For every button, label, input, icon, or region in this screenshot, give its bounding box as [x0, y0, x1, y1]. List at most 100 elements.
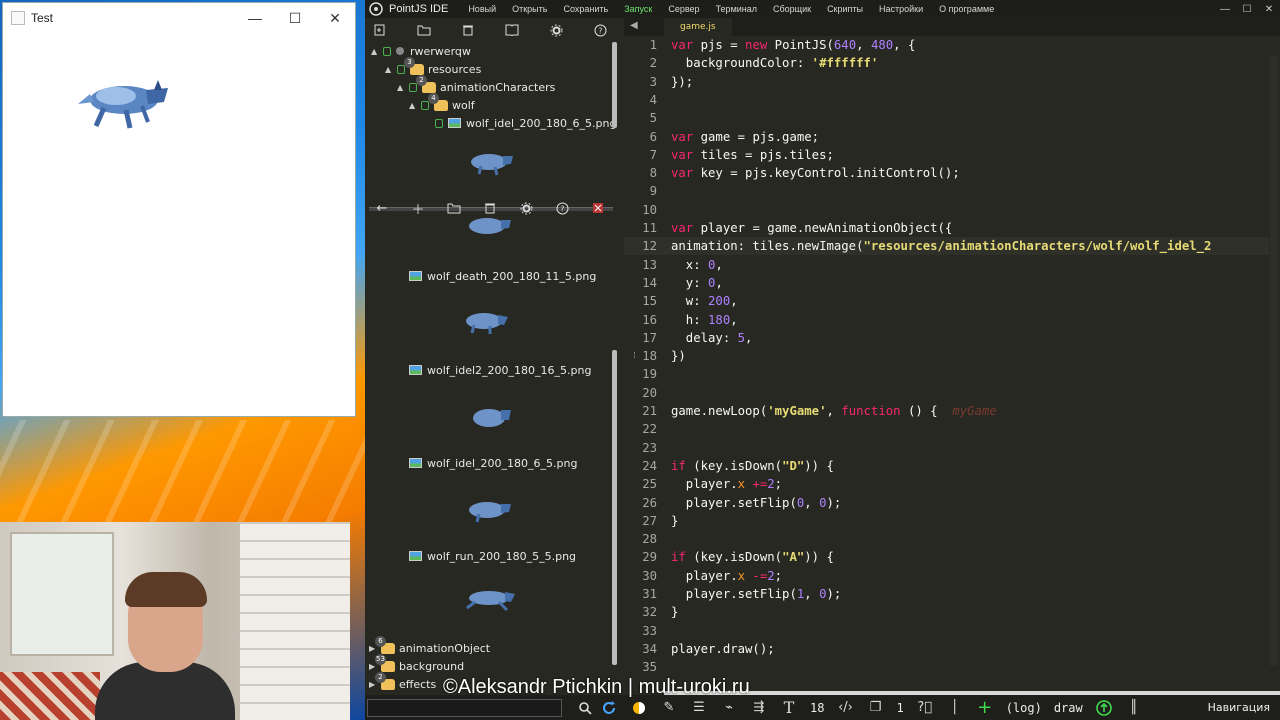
- code-token: (key.isDown(: [693, 458, 783, 473]
- collapse-arrow-icon[interactable]: ▲: [397, 83, 409, 92]
- code-token: ;: [774, 477, 783, 492]
- draw-button[interactable]: draw: [1048, 701, 1089, 715]
- code-token: (key.isDown(: [693, 550, 783, 565]
- wolf-thumbnail: [466, 591, 515, 612]
- close-button[interactable]: ✕: [315, 3, 355, 33]
- line-number: 32: [642, 605, 657, 620]
- back-arrow-icon[interactable]: ←: [367, 196, 397, 220]
- test-game-window[interactable]: Test — ☐ ✕: [2, 2, 356, 417]
- file-item-wolf-idel2[interactable]: wolf_idel2_200_180_16_5.png: [409, 362, 591, 378]
- text-size-icon[interactable]: T: [774, 696, 804, 720]
- code-token: x: [737, 477, 746, 492]
- new-file-icon[interactable]: [365, 18, 395, 42]
- tree-item-resources[interactable]: ▲ 3 resources: [385, 56, 481, 78]
- gear-icon[interactable]: [511, 196, 541, 220]
- menu-about[interactable]: О программе: [931, 4, 1002, 14]
- code-token: "D": [782, 458, 805, 473]
- tab-scroll-left-icon[interactable]: ◀: [630, 20, 638, 31]
- image-file-icon: [409, 365, 422, 375]
- menu-settings[interactable]: Настройки: [871, 4, 931, 14]
- align-icon[interactable]: ⇶: [744, 696, 774, 720]
- code-area[interactable]: 1 var pjs = new PointJS(640, 480, { 2 bac…: [624, 36, 1269, 696]
- file-item-label: wolf_run_200_180_5_5.png: [427, 549, 577, 563]
- maximize-button[interactable]: ☐: [275, 3, 315, 33]
- code-tags-icon[interactable]: ‹/›: [830, 696, 860, 720]
- collapse-arrow-icon[interactable]: ▲: [385, 65, 397, 74]
- book-icon[interactable]: [497, 18, 527, 42]
- add-green-icon[interactable]: +: [970, 696, 1000, 720]
- refresh-icon[interactable]: [594, 696, 624, 720]
- webcam-overlay: [0, 522, 350, 720]
- game-canvas[interactable]: [3, 33, 355, 416]
- tree-scrollbar[interactable]: [612, 42, 617, 128]
- help-icon[interactable]: ?: [547, 196, 577, 220]
- tree-item-effects[interactable]: ▶ 2 effects: [369, 671, 436, 693]
- tree-item-wolf-idel-png[interactable]: wolf_idel_200_180_6_5.png: [435, 114, 616, 132]
- help-icon[interactable]: ?: [585, 18, 615, 42]
- help-circle-icon[interactable]: ?⃝: [910, 696, 940, 720]
- log-button[interactable]: (log): [1000, 701, 1048, 715]
- code-token: var: [671, 129, 701, 144]
- menu-scripts[interactable]: Скрипты: [819, 4, 871, 14]
- line-number: 23: [642, 440, 657, 455]
- edit-icon[interactable]: ✎: [654, 696, 684, 720]
- file-item-wolf-idel[interactable]: wolf_idel_200_180_6_5.png: [409, 455, 577, 471]
- plus-icon[interactable]: ＋: [403, 196, 433, 220]
- navigation-button[interactable]: Навигация: [1208, 701, 1280, 714]
- close-red-icon[interactable]: [583, 196, 613, 220]
- code-token: ,: [804, 495, 820, 510]
- code-line: 30 player.x -=2;: [624, 567, 1269, 585]
- code-token: tiles = pjs.tiles;: [700, 147, 834, 162]
- new-folder-icon[interactable]: [409, 18, 439, 42]
- upload-green-icon[interactable]: [1089, 696, 1119, 720]
- search-input[interactable]: [367, 698, 562, 717]
- code-token: w:: [671, 294, 709, 309]
- menu-open[interactable]: Открыть: [504, 4, 555, 14]
- sliders-icon[interactable]: ☰: [684, 696, 714, 720]
- menu-run[interactable]: Запуск: [616, 4, 660, 14]
- menu-new[interactable]: Новый: [460, 4, 504, 14]
- pointjs-ide-window[interactable]: PointJS IDE Новый Открыть Сохранить Запу…: [365, 0, 1280, 720]
- menu-terminal[interactable]: Терминал: [708, 4, 765, 14]
- gear-icon[interactable]: [541, 18, 571, 42]
- copy-icon[interactable]: ❐: [860, 696, 890, 720]
- file-item-wolf-run[interactable]: wolf_run_200_180_5_5.png: [409, 548, 576, 564]
- tree-item-rwerwerqw[interactable]: ▲ rwerwerqw: [371, 42, 471, 60]
- code-editor[interactable]: ◀ game.js 1 var pjs = new PointJS(640, 48…: [624, 18, 1280, 700]
- ide-maximize-button[interactable]: ☐: [1236, 4, 1258, 15]
- line-number: 1: [649, 38, 657, 52]
- code-line: 31 player.setFlip(1, 0);: [624, 585, 1269, 603]
- code-token: )) {: [804, 550, 834, 565]
- trash-icon[interactable]: [453, 18, 483, 42]
- code-token: ;: [774, 568, 783, 583]
- test-window-titlebar[interactable]: Test — ☐ ✕: [3, 3, 355, 33]
- code-token: '#ffffff': [811, 56, 879, 71]
- code-token: new: [745, 38, 775, 52]
- tab-game-js[interactable]: game.js: [664, 18, 732, 36]
- code-token: 'myGame': [767, 404, 827, 418]
- code-line: 32}: [624, 603, 1269, 621]
- collapse-arrow-icon[interactable]: ▲: [371, 47, 383, 56]
- files-scrollbar[interactable]: [612, 350, 617, 665]
- ide-minimize-button[interactable]: —: [1214, 4, 1236, 15]
- file-item-label: wolf_idel_200_180_6_5.png: [427, 456, 578, 470]
- code-token: -=: [745, 568, 768, 583]
- terminal-icon[interactable]: ⌁: [714, 696, 744, 720]
- code-token: delay:: [671, 330, 738, 345]
- editor-vertical-scrollbar[interactable]: [1270, 56, 1278, 666]
- menu-builder[interactable]: Сборщик: [765, 4, 819, 14]
- file-item-wolf-death[interactable]: wolf_death_200_180_11_5.png: [409, 268, 596, 284]
- tree-item-wolf[interactable]: ▲ 4 wolf: [409, 92, 475, 114]
- tree-item-animationobject[interactable]: ▶ 6 animationObject: [369, 635, 490, 657]
- color-picker-icon[interactable]: [624, 696, 654, 720]
- line-number: 14: [642, 275, 657, 290]
- code-line: 26 player.setFlip(0, 0);: [624, 494, 1269, 512]
- line-number: 20: [642, 385, 657, 400]
- tree-item-animationcharacters[interactable]: ▲ 2 animationCharacters: [397, 74, 555, 96]
- code-token: 180: [708, 312, 731, 327]
- minimize-button[interactable]: —: [235, 3, 275, 33]
- collapse-arrow-icon[interactable]: ▲: [409, 101, 421, 110]
- menu-save[interactable]: Сохранить: [555, 4, 616, 14]
- menu-server[interactable]: Сервер: [660, 4, 707, 14]
- ide-close-button[interactable]: ✕: [1258, 4, 1280, 15]
